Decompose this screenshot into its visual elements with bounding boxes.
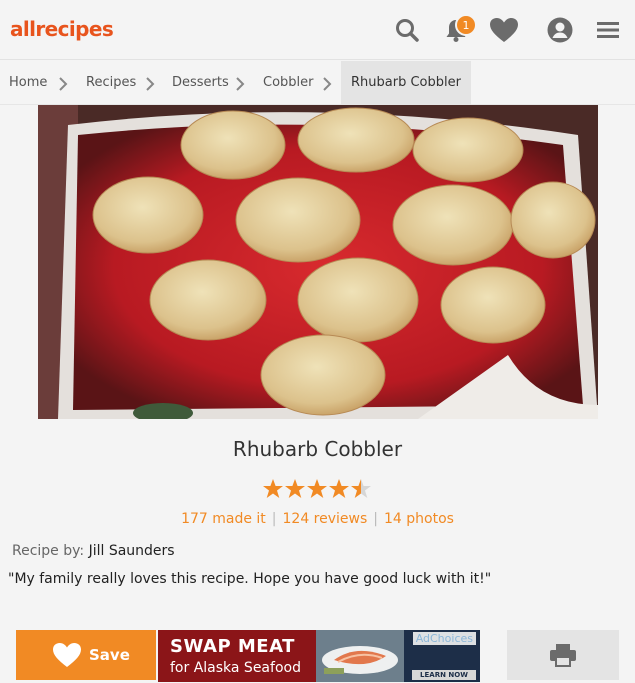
chevron-right-icon bbox=[323, 77, 332, 91]
breadcrumb: Home Recipes Desserts Cobbler Rhubarb Co… bbox=[0, 61, 635, 105]
chevron-right-icon bbox=[146, 77, 155, 91]
heart-icon[interactable] bbox=[488, 14, 520, 46]
chevron-right-icon bbox=[236, 77, 245, 91]
star-rating[interactable] bbox=[262, 478, 374, 500]
search-icon[interactable] bbox=[391, 14, 423, 46]
notification-count-badge: 1 bbox=[455, 14, 477, 36]
print-icon bbox=[550, 644, 576, 667]
breadcrumb-cobbler[interactable]: Cobbler bbox=[263, 61, 314, 105]
profile-icon[interactable] bbox=[544, 14, 576, 46]
heart-icon bbox=[53, 643, 81, 667]
allrecipes-logo[interactable]: allrecipes bbox=[10, 17, 114, 41]
made-it-link[interactable]: 177 made it bbox=[181, 511, 266, 527]
advertisement-banner[interactable]: SWAP MEAT for Alaska Seafood AdChoices L… bbox=[158, 630, 480, 682]
breadcrumb-desserts[interactable]: Desserts bbox=[172, 61, 229, 105]
recipe-description: "My family really loves this recipe. Hop… bbox=[8, 571, 492, 587]
breadcrumb-recipes[interactable]: Recipes bbox=[86, 61, 136, 105]
recipe-byline: Recipe by: Jill Saunders bbox=[12, 543, 175, 559]
ad-text-panel: SWAP MEAT for Alaska Seafood bbox=[158, 630, 316, 682]
print-button[interactable] bbox=[507, 630, 619, 680]
reviews-link[interactable]: 124 reviews bbox=[283, 511, 368, 527]
top-navigation-bar: allrecipes 1 bbox=[0, 0, 635, 60]
adchoices-label[interactable]: AdChoices bbox=[412, 632, 476, 645]
save-button[interactable]: Save bbox=[16, 630, 156, 680]
ad-headline: SWAP MEAT bbox=[170, 636, 295, 657]
star-icon bbox=[285, 479, 305, 498]
menu-icon[interactable] bbox=[592, 14, 624, 46]
breadcrumb-home[interactable]: Home bbox=[9, 61, 47, 105]
chevron-right-icon bbox=[59, 77, 68, 91]
author-link[interactable]: Jill Saunders bbox=[89, 543, 175, 559]
ad-food-image bbox=[316, 630, 404, 682]
byline-label: Recipe by: bbox=[12, 543, 85, 559]
recipe-title: Rhubarb Cobbler bbox=[232, 437, 403, 461]
star-icon bbox=[329, 479, 349, 498]
star-icon bbox=[263, 479, 283, 498]
recipe-photo[interactable] bbox=[38, 105, 598, 419]
breadcrumb-current: Rhubarb Cobbler bbox=[341, 61, 471, 105]
save-label: Save bbox=[89, 646, 130, 664]
photos-link[interactable]: 14 photos bbox=[384, 511, 454, 527]
star-icon bbox=[307, 479, 327, 498]
ad-cta-button[interactable]: LEARN NOW bbox=[412, 670, 476, 680]
half-star-icon bbox=[351, 479, 371, 498]
recipe-stats: 177 made it | 124 reviews | 14 photos bbox=[181, 511, 454, 527]
ad-subline: for Alaska Seafood bbox=[170, 660, 301, 676]
